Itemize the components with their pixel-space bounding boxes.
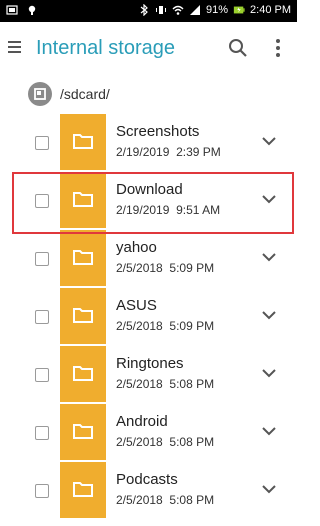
list-item[interactable]: ASUS 2/5/2018 5:09 PM xyxy=(0,288,297,346)
chevron-down-icon[interactable] xyxy=(262,426,276,436)
folder-name: ASUS xyxy=(116,297,157,314)
folder-date: 2/5/2018 5:08 PM xyxy=(116,435,215,449)
breadcrumb-path[interactable]: /sdcard/ xyxy=(60,86,110,102)
select-checkbox[interactable] xyxy=(35,426,49,440)
folder-date: 2/5/2018 5:08 PM xyxy=(116,377,215,391)
signal-icon xyxy=(190,5,200,15)
list-item[interactable]: Ringtones 2/5/2018 5:08 PM xyxy=(0,346,297,404)
chevron-down-icon[interactable] xyxy=(262,310,276,320)
folder-icon xyxy=(73,366,93,381)
gallery-icon xyxy=(6,5,18,15)
sdcard-icon xyxy=(28,82,52,106)
status-bar: 91% 2:40 PM xyxy=(0,0,297,22)
folder-name: Ringtones xyxy=(116,355,184,372)
folder-name: Screenshots xyxy=(116,123,200,140)
select-checkbox[interactable] xyxy=(35,484,49,498)
folder-tile xyxy=(60,114,106,170)
folder-date: 2/5/2018 5:09 PM xyxy=(116,319,215,333)
bluetooth-icon xyxy=(140,4,148,16)
folder-date: 2/19/2019 2:39 PM xyxy=(116,145,221,159)
chevron-down-icon[interactable] xyxy=(262,484,276,494)
select-checkbox[interactable] xyxy=(35,310,49,324)
breadcrumb: /sdcard/ xyxy=(0,74,297,114)
more-vert-icon[interactable] xyxy=(272,37,284,59)
folder-name: Podcasts xyxy=(116,471,178,488)
folder-name: yahoo xyxy=(116,239,157,256)
select-checkbox[interactable] xyxy=(35,368,49,382)
search-icon[interactable] xyxy=(227,37,249,59)
list-item[interactable]: yahoo 2/5/2018 5:09 PM xyxy=(0,230,297,288)
folder-date: 2/5/2018 5:09 PM xyxy=(116,261,215,275)
chevron-down-icon[interactable] xyxy=(262,252,276,262)
menu-icon[interactable] xyxy=(8,38,24,58)
list-item[interactable]: Screenshots 2/19/2019 2:39 PM xyxy=(0,114,297,172)
folder-name: Android xyxy=(116,413,168,430)
chevron-down-icon[interactable] xyxy=(262,136,276,146)
folder-tile xyxy=(60,404,106,460)
folder-icon xyxy=(73,250,93,265)
location-icon xyxy=(28,5,36,15)
wifi-icon xyxy=(172,5,184,15)
chevron-down-icon[interactable] xyxy=(262,368,276,378)
folder-tile xyxy=(60,230,106,286)
folder-tile xyxy=(60,346,106,402)
select-checkbox[interactable] xyxy=(35,252,49,266)
vibrate-icon xyxy=(156,6,166,14)
app-bar: Internal storage xyxy=(0,22,297,74)
folder-date: 2/5/2018 5:08 PM xyxy=(116,493,215,507)
selection-highlight xyxy=(12,172,294,234)
folder-icon xyxy=(73,308,93,323)
select-checkbox[interactable] xyxy=(35,136,49,150)
folder-icon xyxy=(73,424,93,439)
battery-charging-icon xyxy=(233,6,245,14)
clock: 2:40 PM xyxy=(250,4,291,16)
folder-icon xyxy=(73,134,93,149)
folder-tile xyxy=(60,462,106,518)
list-item[interactable]: Podcasts 2/5/2018 5:08 PM xyxy=(0,462,297,520)
list-item[interactable]: Android 2/5/2018 5:08 PM xyxy=(0,404,297,462)
folder-icon xyxy=(73,482,93,497)
folder-tile xyxy=(60,288,106,344)
page-title: Internal storage xyxy=(36,37,175,59)
battery-percent: 91% xyxy=(206,4,229,16)
